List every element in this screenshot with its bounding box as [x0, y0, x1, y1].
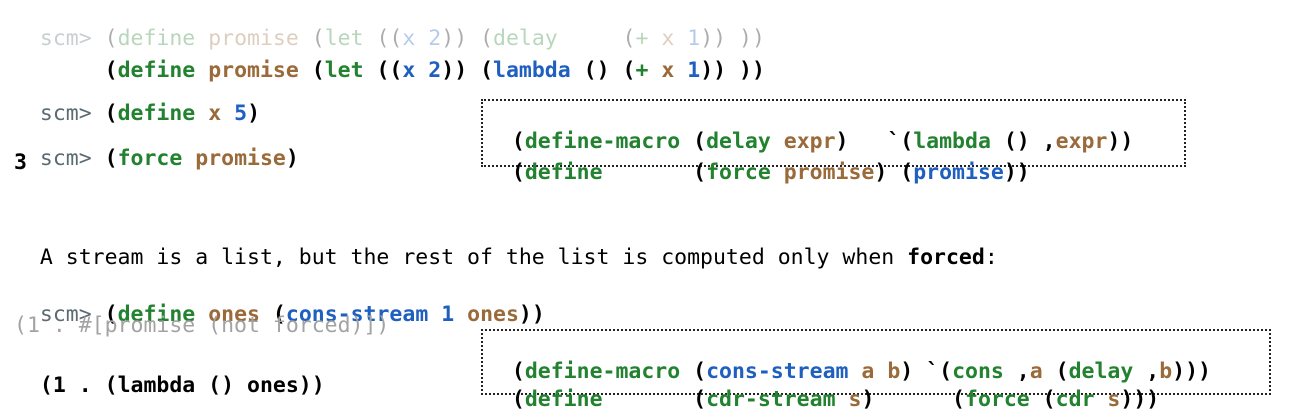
repl-prompt: scm> — [39, 146, 92, 171]
code-paren: )) — [518, 302, 545, 327]
ones-result: (1 . (lambda () ones)) — [14, 347, 325, 399]
symbol-expr: expr — [1055, 129, 1108, 154]
symbol-b: b — [1159, 359, 1173, 384]
code-paren: ( — [602, 160, 707, 185]
code-paren: )) )) — [700, 58, 765, 83]
code-paren: (1 . ( — [39, 373, 118, 398]
keyword-cdr: cdr — [1055, 387, 1095, 412]
stream-explanation-bold: forced — [907, 245, 985, 270]
keyword-define: define — [524, 387, 603, 412]
symbol-x: x — [402, 58, 416, 83]
code-paren: ( — [602, 387, 707, 412]
symbol-s: s — [1107, 387, 1121, 412]
code-paren: ( — [1029, 387, 1056, 412]
code-paren: )) — [1003, 160, 1030, 185]
operator-plus: + — [635, 58, 649, 83]
keyword-lambda: lambda — [117, 373, 196, 398]
code-paren: (( — [363, 58, 403, 83]
symbol-ones: ones — [467, 302, 519, 327]
stream-explanation-text: A stream is a list, but the rest of the … — [39, 245, 908, 270]
keyword-force: force — [706, 160, 771, 185]
box1-line2: (define (force promise) (promise)) — [486, 134, 1030, 186]
keyword-lambda: lambda — [493, 58, 571, 83]
code-paren: ( — [298, 58, 325, 83]
symbol-promise: promise — [195, 146, 286, 171]
code-paren: ( — [104, 146, 118, 171]
symbol-ones: ones — [247, 373, 299, 398]
keyword-force: force — [117, 146, 183, 171]
code-paren: ) — [285, 146, 299, 171]
symbol-x: x — [661, 58, 675, 83]
box2-line2: (define (cdr-stream s) (force (cdr s))) — [486, 361, 1159, 413]
code-paren: () ( — [570, 58, 636, 83]
code-paren: )) — [1107, 129, 1134, 154]
force-promise-line: scm> (force promise) — [14, 120, 299, 172]
keyword-force: force — [965, 387, 1030, 412]
symbol-s: s — [848, 387, 862, 412]
symbol-cdr-stream: cdr-stream — [706, 387, 836, 412]
code-paren: ))) — [1120, 387, 1160, 412]
code-paren: ))) — [1172, 359, 1211, 384]
number-1: 1 — [687, 58, 701, 83]
stream-explanation: A stream is a list, but the rest of the … — [14, 219, 998, 271]
force-result: 3 — [14, 150, 27, 175]
code-paren: ( — [511, 160, 525, 185]
code-paren: ) ( — [861, 387, 965, 412]
stream-explanation-colon: : — [984, 245, 998, 270]
number-2: 2 — [428, 58, 442, 83]
code-paren: )) ( — [441, 58, 494, 83]
code-paren: () — [195, 373, 248, 398]
keyword-let: let — [324, 58, 364, 83]
code-paren: )) — [298, 373, 325, 398]
symbol-promise-call: promise — [913, 160, 1004, 185]
faded-stream-result: (1 . #[promise (not forced)]) — [14, 313, 390, 338]
code-paren: ( — [511, 387, 525, 412]
number-1: 1 — [441, 302, 455, 327]
code-paren: ) ( — [874, 160, 914, 185]
keyword-define: define — [524, 160, 603, 185]
symbol-promise: promise — [783, 160, 875, 185]
